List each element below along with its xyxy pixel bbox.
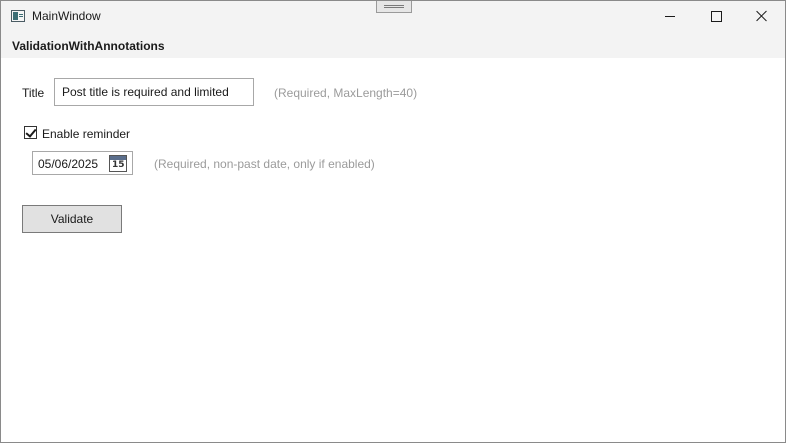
enable-reminder-label[interactable]: Enable reminder [42, 127, 130, 141]
maximize-button[interactable] [693, 1, 739, 31]
calendar-day-number: 15 [112, 160, 125, 170]
form-area: Title (Required, MaxLength=40) Enable re… [1, 58, 785, 442]
minimize-icon [665, 15, 675, 17]
title-input[interactable] [54, 78, 254, 106]
validate-button[interactable]: Validate [22, 205, 122, 233]
window-title: MainWindow [32, 9, 101, 23]
reminder-date-picker[interactable]: 05/06/2025 15 [32, 151, 133, 175]
header-bar: ValidationWithAnnotations [1, 31, 785, 58]
page-title: ValidationWithAnnotations [12, 39, 165, 53]
date-input[interactable]: 05/06/2025 [38, 157, 98, 171]
title-bar[interactable]: MainWindow [1, 1, 785, 31]
maximize-icon [710, 10, 722, 22]
app-icon [11, 10, 25, 22]
calendar-icon[interactable]: 15 [109, 155, 127, 172]
snap-grip-icon[interactable] [376, 1, 412, 13]
main-window: MainWindow ValidationWithAnnotations Tit… [0, 0, 786, 443]
title-label: Title [22, 86, 45, 100]
close-icon [756, 10, 768, 22]
close-button[interactable] [739, 1, 785, 31]
title-hint: (Required, MaxLength=40) [274, 86, 418, 100]
enable-reminder-checkbox[interactable] [24, 126, 37, 139]
minimize-button[interactable] [647, 1, 693, 31]
date-hint: (Required, non-past date, only if enable… [154, 157, 375, 171]
